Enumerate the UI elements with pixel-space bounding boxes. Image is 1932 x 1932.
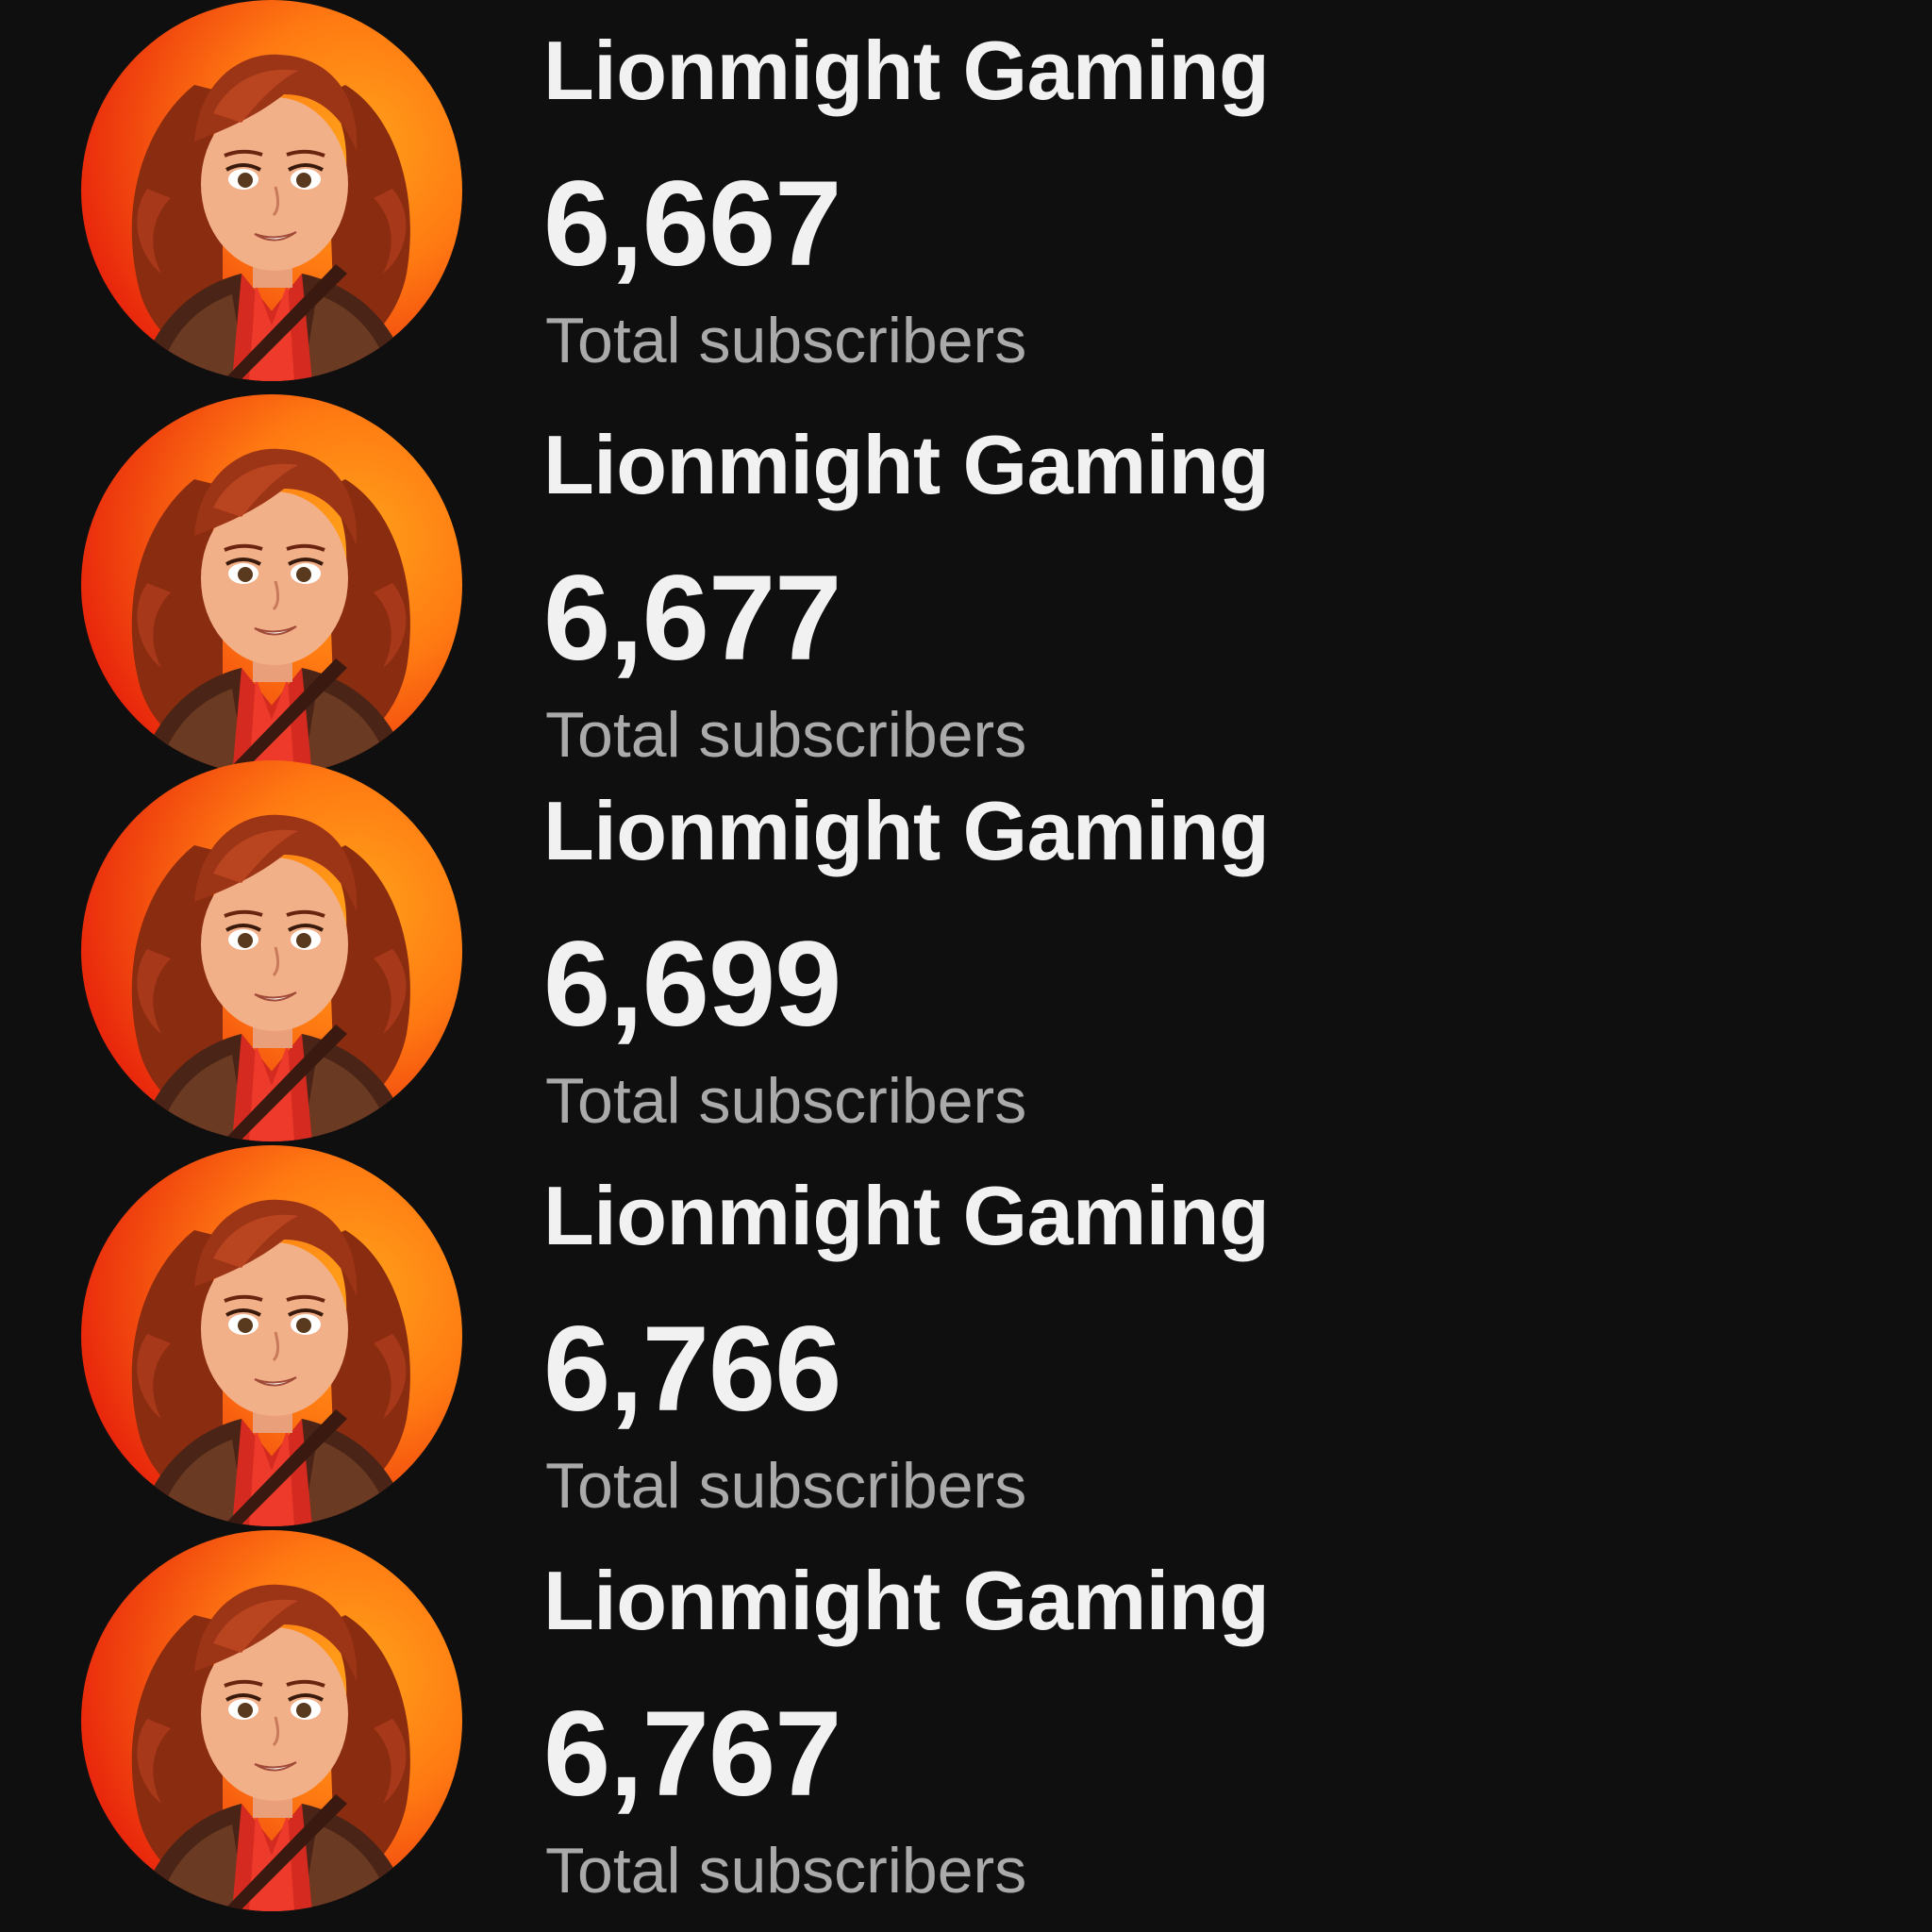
subscriber-label: Total subscribers [545,1450,1027,1522]
channel-name[interactable]: Lionmight Gaming [543,783,1270,879]
channel-avatar-icon[interactable] [81,1145,462,1526]
channel-name[interactable]: Lionmight Gaming [543,1553,1270,1649]
subscriber-count: 6,667 [543,157,841,291]
subscriber-label: Total subscribers [545,305,1027,376]
subscriber-count: 6,699 [543,917,841,1052]
channel-name[interactable]: Lionmight Gaming [543,23,1270,119]
channel-avatar-icon[interactable] [81,0,462,381]
subscriber-count: 6,766 [543,1302,841,1437]
subscriber-count: 6,677 [543,551,841,686]
subscriber-label: Total subscribers [545,1835,1027,1907]
channel-name[interactable]: Lionmight Gaming [543,1168,1270,1264]
channel-name[interactable]: Lionmight Gaming [543,417,1270,513]
channel-avatar-icon[interactable] [81,760,462,1141]
channel-avatar-icon[interactable] [81,1530,462,1911]
channel-stat-card: Lionmight Gaming 6,677 Total subscribers [0,394,1932,781]
channel-avatar-icon[interactable] [81,394,462,775]
channel-stat-card: Lionmight Gaming 6,767 Total subscribers [0,1530,1932,1917]
subscriber-label: Total subscribers [545,1065,1027,1137]
subscriber-count: 6,767 [543,1687,841,1822]
channel-stat-card: Lionmight Gaming 6,766 Total subscribers [0,1145,1932,1532]
channel-stat-card: Lionmight Gaming 6,667 Total subscribers [0,0,1932,387]
channel-stat-card: Lionmight Gaming 6,699 Total subscribers [0,760,1932,1147]
